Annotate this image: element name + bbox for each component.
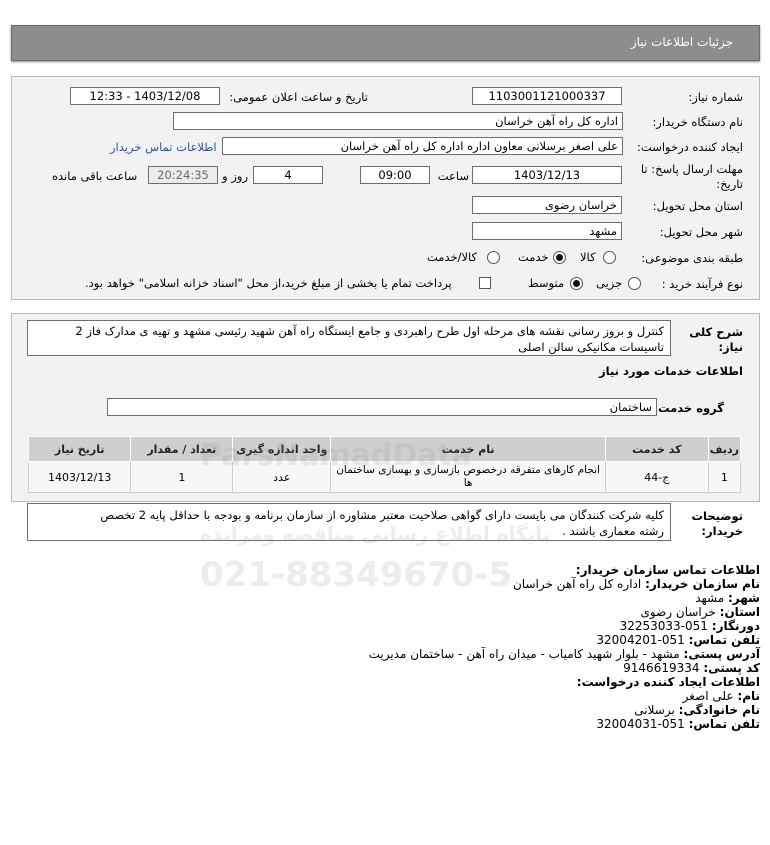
buyer-notes-label-line1: توضیحات: [691, 509, 744, 523]
deadline-date-field[interactable]: 1403/12/13: [472, 166, 622, 184]
col-name: نام خدمت: [330, 436, 606, 462]
description-label-line1: شرح کلی: [689, 325, 743, 339]
city-field[interactable]: مشهد: [472, 222, 622, 240]
col-qty: تعداد / مقدار: [130, 436, 234, 462]
contact-fax: دورنگار: 051-32253033: [619, 619, 760, 633]
col-code: کد خدمت: [604, 436, 709, 462]
cell-code: ج-44: [604, 461, 709, 493]
creator-label: ایجاد کننده درخواست:: [637, 140, 743, 154]
category-radio-goods-service[interactable]: [487, 251, 500, 264]
col-date: تاریخ نیاز: [27, 436, 132, 462]
buyer-notes-text-line1: کلیه شرکت کنندگان می بایست دارای گواهی ص…: [100, 508, 664, 522]
buyer-notes-box: کلیه شرکت کنندگان می بایست دارای گواهی ص…: [27, 503, 671, 541]
buyer-contact-link[interactable]: اطلاعات تماس خریدار: [110, 140, 217, 154]
category-label: طبقه بندی موضوعی:: [641, 251, 743, 265]
category-radio-goods[interactable]: [603, 251, 616, 264]
col-row: ردیف: [707, 436, 742, 462]
services-section-title: اطلاعات خدمات مورد نیاز: [599, 364, 743, 378]
announce-datetime-field[interactable]: 1403/12/08 - 12:33: [70, 87, 220, 105]
process-radio-minor[interactable]: [628, 277, 641, 290]
process-radio-medium[interactable]: [570, 277, 583, 290]
creator-phone: تلفن تماس: 051-32004031: [596, 717, 760, 731]
deadline-label-line2: تاریخ:: [716, 177, 743, 191]
city-label: شهر محل تحویل:: [659, 225, 743, 239]
province-field[interactable]: خراسان رضوی: [472, 196, 622, 214]
contact-city: شهر: مشهد: [695, 591, 760, 605]
description-text-line2: تاسیسات مکانیکی سالن اصلی: [518, 340, 664, 354]
cell-unit: عدد: [232, 461, 332, 493]
creator-field[interactable]: علی اصغر برسلانی معاون اداره اداره کل را…: [222, 137, 623, 155]
service-group-label: گروه خدمت:: [653, 401, 724, 415]
announce-label: تاریخ و ساعت اعلان عمومی:: [229, 90, 368, 104]
description-text-line1: کنترل و بروز رسانی نقشه های مرحله اول طر…: [75, 324, 664, 338]
category-option-goods-service: کالا/خدمت: [427, 250, 478, 264]
need-details-panel: [11, 76, 760, 300]
days-label: روز و: [222, 169, 248, 183]
buyer-notes-label-line2: خریدار:: [701, 524, 743, 538]
process-option-minor: جزیی: [596, 276, 623, 290]
cell-row: 1: [707, 461, 742, 493]
cell-date: 1403/12/13: [27, 461, 132, 493]
cell-qty: 1: [130, 461, 234, 493]
creator-last-name: نام خانوادگی: برسلانی: [634, 703, 760, 717]
need-number-label: شماره نیاز:: [688, 90, 743, 104]
category-radio-service[interactable]: [553, 251, 566, 264]
buyer-contact-title: اطلاعات تماس سازمان خریدار:: [575, 563, 760, 577]
deadline-label-line1: مهلت ارسال پاسخ: تا: [640, 162, 743, 176]
payment-note: پرداخت تمام یا بخشی از مبلغ خرید،از محل …: [85, 276, 452, 290]
process-option-medium: متوسط: [528, 276, 565, 290]
days-field[interactable]: 4: [253, 166, 323, 184]
contact-phone: تلفن تماس: 051-32004201: [596, 633, 760, 647]
deadline-time-field[interactable]: 09:00: [360, 166, 430, 184]
contact-province: استان: خراسان رضوی: [640, 605, 760, 619]
cell-name: انجام کارهای متفرقه درخصوص بازسازی و بهس…: [330, 461, 606, 493]
province-label: استان محل تحویل:: [652, 199, 743, 213]
description-box: کنترل و بروز رسانی نقشه های مرحله اول طر…: [27, 320, 671, 356]
category-option-goods: کالا: [580, 250, 596, 264]
contact-postal: کد پستی: 9146619334: [623, 661, 760, 675]
page-header: جزئیات اطلاعات نیاز: [11, 25, 760, 61]
service-group-field[interactable]: ساختمان: [107, 398, 657, 416]
deadline-time-label: ساعت: [437, 169, 469, 183]
remaining-label: ساعت باقی مانده: [52, 169, 138, 183]
description-label-line2: نیاز:: [718, 340, 743, 354]
page-title: جزئیات اطلاعات نیاز: [630, 35, 733, 49]
watermark-phone: 021-88349670-5: [200, 555, 513, 595]
buyer-notes-text-line2: رشته معماری باشند .: [562, 524, 664, 538]
services-table: ردیف کد خدمت نام خدمت واحد اندازه گیری ت…: [27, 436, 742, 493]
category-option-service: خدمت: [518, 250, 549, 264]
process-label: نوع فرآیند خرید :: [661, 277, 743, 291]
creator-first-name: نام: علی اصغر: [682, 689, 760, 703]
table-row: 1 ج-44 انجام کارهای متفرقه درخصوص بازساز…: [27, 461, 742, 493]
buyer-org-field[interactable]: اداره کل راه آهن خراسان: [173, 112, 623, 130]
remaining-time-field: 20:24:35: [148, 166, 218, 184]
creator-contact-title: اطلاعات ایجاد کننده درخواست:: [576, 675, 760, 689]
need-number-field[interactable]: 1103001121000337: [472, 87, 622, 105]
contact-address: آدرس پستی: مشهد - بلوار شهید کامیاب - می…: [368, 647, 760, 661]
buyer-org-label: نام دستگاه خریدار:: [652, 115, 743, 129]
payment-checkbox[interactable]: [479, 277, 491, 289]
col-unit: واحد اندازه گیری: [232, 436, 332, 462]
contact-org: نام سازمان خریدار: اداره کل راه آهن خراس…: [512, 577, 760, 591]
